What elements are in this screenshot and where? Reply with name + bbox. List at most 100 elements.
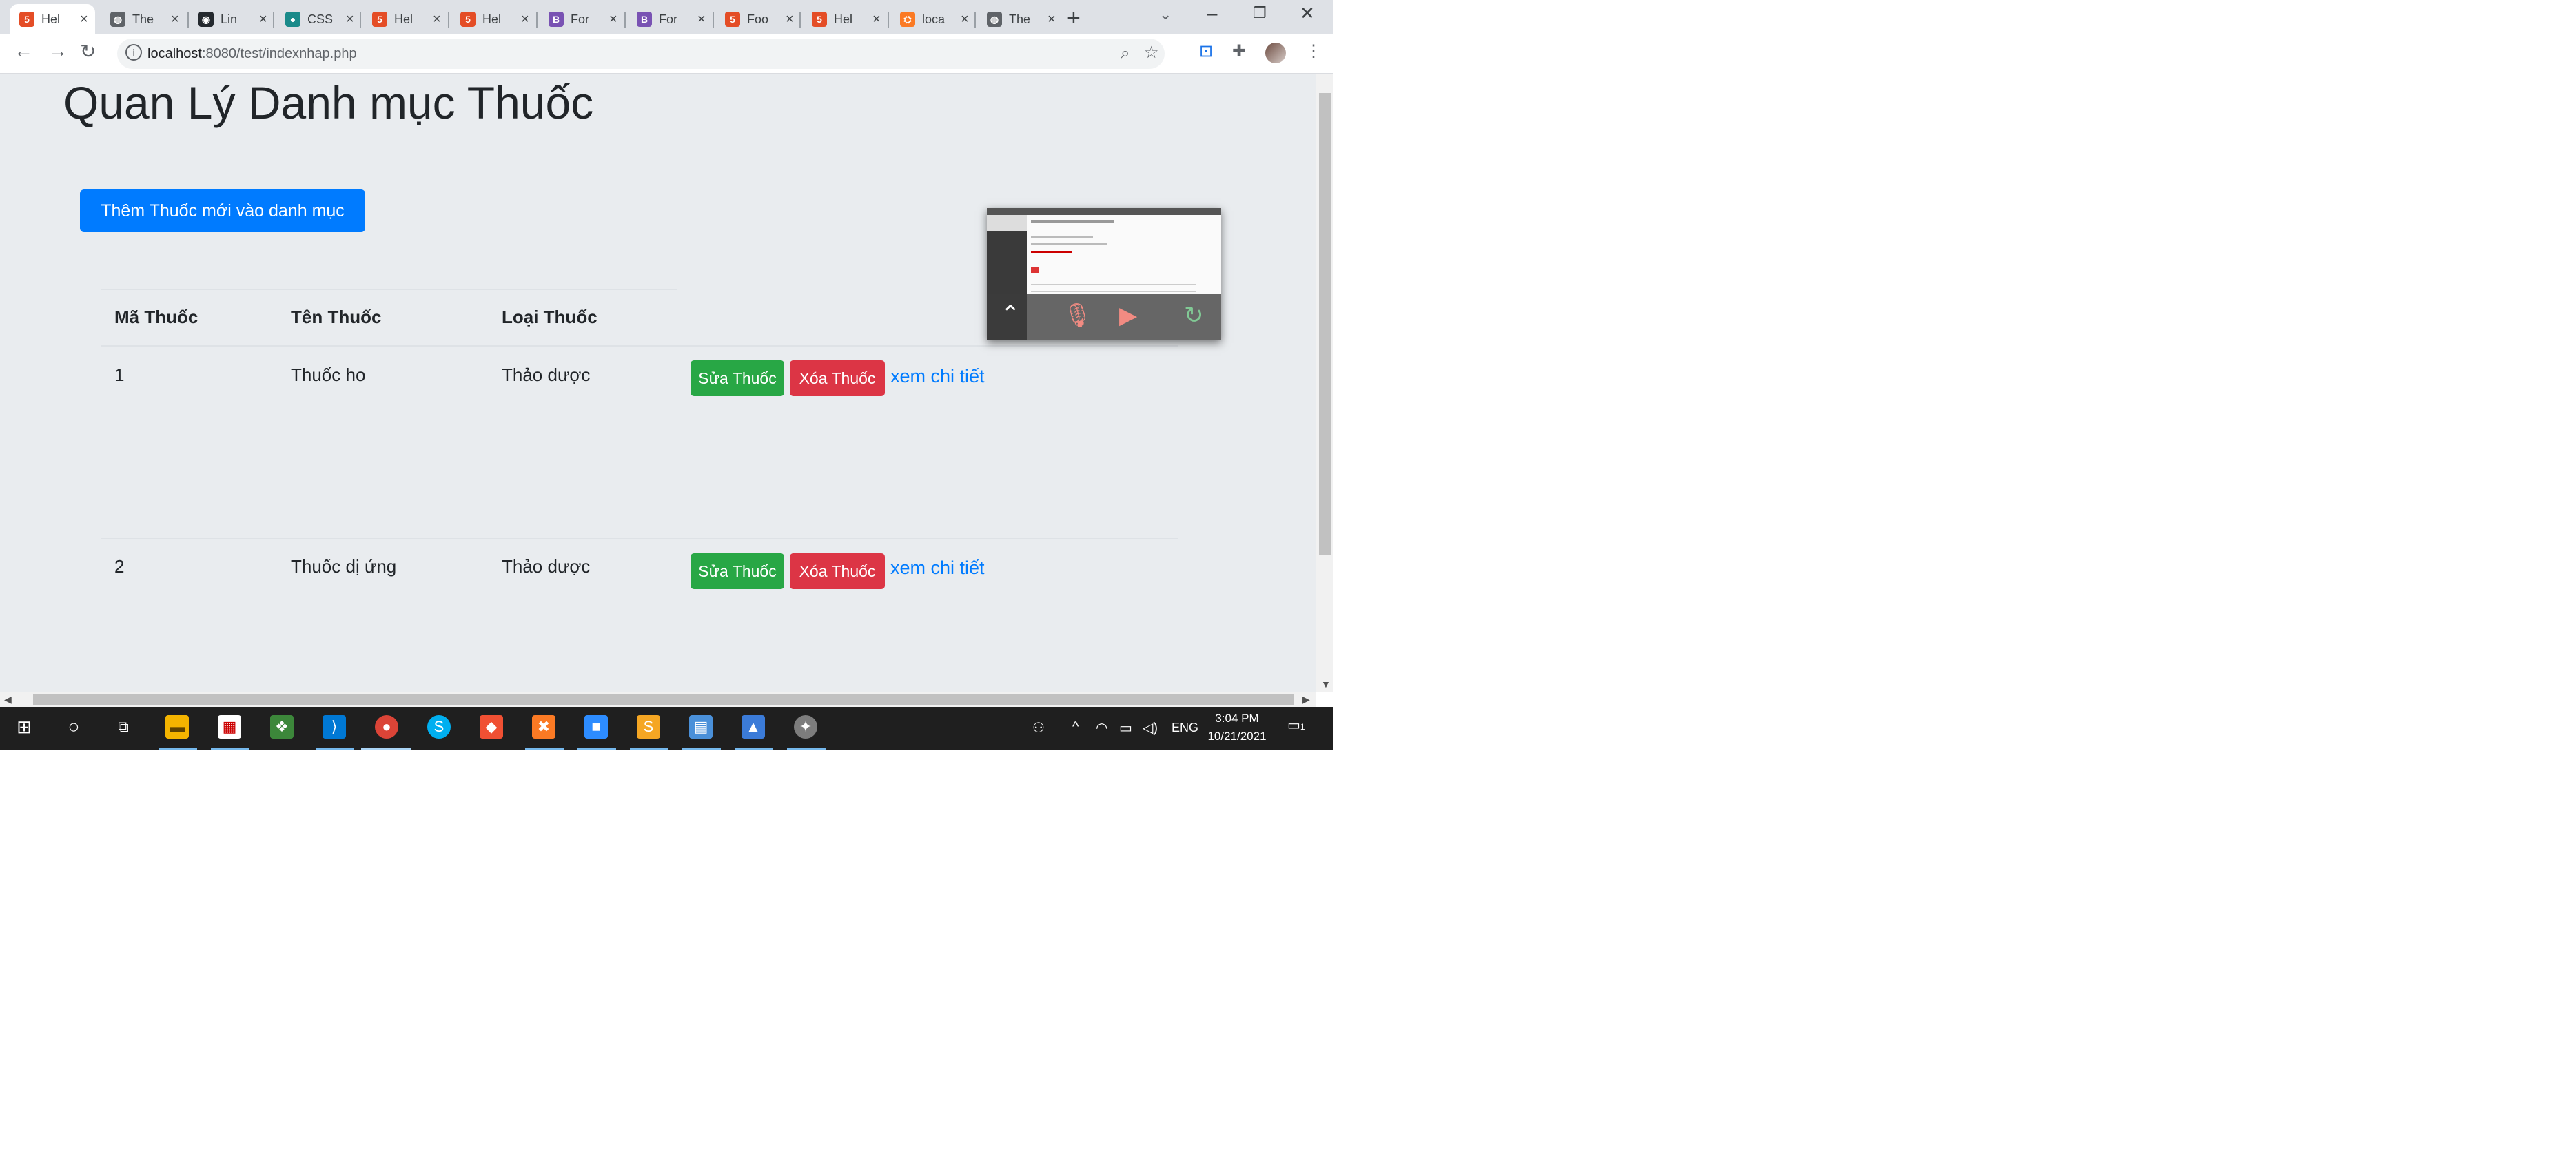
new-tab-button[interactable]: + [1067, 4, 1081, 32]
github-icon: ◉ [198, 12, 214, 27]
extensions-icon[interactable]: ✚ [1232, 41, 1246, 61]
sublime-icon[interactable]: S [637, 715, 660, 739]
cortana-search-icon[interactable]: ○ [62, 715, 85, 739]
window-close-button[interactable]: ✕ [1300, 3, 1315, 24]
app-icon[interactable]: ✦ [794, 715, 817, 739]
back-arrow-icon[interactable]: ← [14, 40, 33, 62]
scroll-down-icon[interactable]: ▼ [1321, 679, 1331, 690]
profile-avatar[interactable] [1265, 43, 1286, 63]
close-icon[interactable]: × [786, 12, 794, 28]
camera-off-icon[interactable]: ▶ [1119, 302, 1137, 329]
tab-11[interactable]: ⛭ loca × [890, 4, 976, 34]
tab-12[interactable]: ◍ The × [977, 4, 1063, 34]
menu-kebab-icon[interactable]: ⋮ [1305, 41, 1322, 61]
address-bar[interactable]: i localhost:8080/test/indexnhap.php ⌕ ☆ [117, 39, 1165, 69]
close-icon[interactable]: × [433, 12, 441, 28]
skype-icon[interactable]: S [427, 715, 451, 739]
close-icon[interactable]: × [521, 12, 529, 28]
tab-title: The [132, 12, 154, 26]
edit-button[interactable]: Sửa Thuốc [691, 360, 784, 396]
close-icon[interactable]: × [872, 12, 881, 28]
tab-title: Hel [394, 12, 413, 26]
translate-icon[interactable]: ⊡ [1199, 41, 1213, 61]
forward-arrow-icon[interactable]: → [48, 40, 68, 62]
detail-link[interactable]: xem chi tiết [890, 557, 985, 579]
clock[interactable]: 3:04 PM 10/21/2021 [1203, 710, 1271, 745]
horizontal-scrollbar[interactable]: ◀ ▶ [0, 692, 1316, 707]
tab-4[interactable]: ● CSS × [276, 4, 361, 34]
vertical-scroll-thumb[interactable] [1319, 93, 1331, 555]
notes-icon[interactable]: ▤ [689, 715, 713, 739]
volume-icon[interactable]: ◁) [1143, 719, 1158, 737]
tab-8[interactable]: B For × [627, 4, 713, 34]
detail-link[interactable]: xem chi tiết [890, 366, 985, 387]
chevron-up-icon[interactable]: ^ [1072, 719, 1079, 735]
delete-button[interactable]: Xóa Thuốc [790, 360, 885, 396]
close-icon[interactable]: × [961, 12, 969, 28]
delete-button[interactable]: Xóa Thuốc [790, 553, 885, 589]
xampp-icon[interactable]: ✖ [532, 715, 555, 739]
notification-icon[interactable]: ▭1 [1287, 717, 1305, 734]
vertical-scrollbar[interactable]: ▼ [1316, 74, 1333, 692]
close-icon[interactable]: × [259, 12, 267, 28]
tab-5[interactable]: 5 Hel × [362, 4, 448, 34]
chrome-icon[interactable]: ● [375, 715, 398, 739]
tab-2[interactable]: ◍ The × [101, 4, 186, 34]
network-icon[interactable]: ◠ [1096, 719, 1107, 737]
close-icon[interactable]: × [80, 12, 88, 28]
tab-title: Hel [834, 12, 853, 26]
tab-1[interactable]: 5 Hel × [10, 4, 95, 34]
refresh-icon[interactable]: ↻ [1184, 302, 1204, 329]
zoom-icon[interactable]: ■ [584, 715, 608, 739]
add-medicine-button[interactable]: Thêm Thuốc mới vào danh mục [80, 189, 365, 232]
zoom-icon[interactable]: ⌕ [1121, 44, 1129, 63]
info-icon[interactable]: i [125, 44, 142, 61]
html5-icon: 5 [372, 12, 387, 27]
minimize-button[interactable]: – [1207, 3, 1217, 24]
scroll-left-icon[interactable]: ◀ [4, 694, 12, 706]
reload-icon[interactable]: ↻ [80, 40, 96, 63]
git-icon[interactable]: ◆ [480, 715, 503, 739]
close-icon[interactable]: × [609, 12, 617, 28]
tab-strip: 5 Hel × ◍ The × ◉ Lin × ● CSS × 5 Hel × [0, 0, 1333, 34]
edit-button[interactable]: Sửa Thuốc [691, 553, 784, 589]
tab-7[interactable]: B For × [539, 4, 624, 34]
bootstrap-icon: B [637, 12, 652, 27]
bookmark-star-icon[interactable]: ☆ [1144, 43, 1159, 63]
html5-icon: 5 [460, 12, 476, 27]
horizontal-scroll-thumb[interactable] [33, 694, 1294, 705]
python-icon[interactable]: ❖ [270, 715, 294, 739]
tab-10[interactable]: 5 Hel × [802, 4, 888, 34]
restore-button[interactable]: ❐ [1253, 4, 1267, 22]
tab-title: Lin [221, 12, 238, 26]
dots-icon: ● [285, 12, 300, 27]
app-icon[interactable]: ▦ [218, 715, 241, 739]
close-icon[interactable]: × [697, 12, 706, 28]
language-indicator[interactable]: ENG [1172, 721, 1198, 735]
tab-search-icon[interactable]: ⌄ [1159, 6, 1172, 23]
tab-6[interactable]: 5 Hel × [451, 4, 536, 34]
close-icon[interactable]: × [1047, 12, 1056, 28]
windows-taskbar: ⊞ ○ ⧉ ▬ ▦ ❖ ⟩ ● S ◆ ✖ ■ S ▤ ▲ ✦ ⚇ ^ ◠ ▭ … [0, 707, 1333, 750]
close-icon[interactable]: × [171, 12, 179, 28]
file-explorer-icon[interactable]: ▬ [165, 715, 189, 739]
page-title: Quan Lý Danh mục Thuốc [63, 77, 594, 128]
task-view-icon[interactable]: ⧉ [112, 715, 135, 739]
battery-icon[interactable]: ▭ [1119, 719, 1132, 737]
xampp-icon: ⛭ [900, 12, 915, 27]
tab-9[interactable]: 5 Foo × [715, 4, 801, 34]
close-icon[interactable]: × [346, 12, 354, 28]
video-call-preview[interactable]: ⌃ 🎙 ▶ ↻ [987, 208, 1221, 340]
chevron-up-icon[interactable]: ⌃ [1001, 300, 1021, 328]
preview-controls: ⌃ 🎙 ▶ ↻ [987, 294, 1221, 340]
header-id: Mã Thuốc [114, 307, 198, 327]
url-text[interactable]: localhost:8080/test/indexnhap.php [147, 46, 357, 62]
tab-title: Hel [482, 12, 502, 26]
vscode-icon[interactable]: ⟩ [323, 715, 346, 739]
people-icon[interactable]: ⚇ [1032, 719, 1045, 737]
mic-muted-icon[interactable]: 🎙 [1063, 302, 1092, 329]
tab-3[interactable]: ◉ Lin × [189, 4, 274, 34]
scroll-right-icon[interactable]: ▶ [1302, 694, 1310, 706]
photos-icon[interactable]: ▲ [742, 715, 765, 739]
windows-start-icon[interactable]: ⊞ [12, 715, 36, 739]
